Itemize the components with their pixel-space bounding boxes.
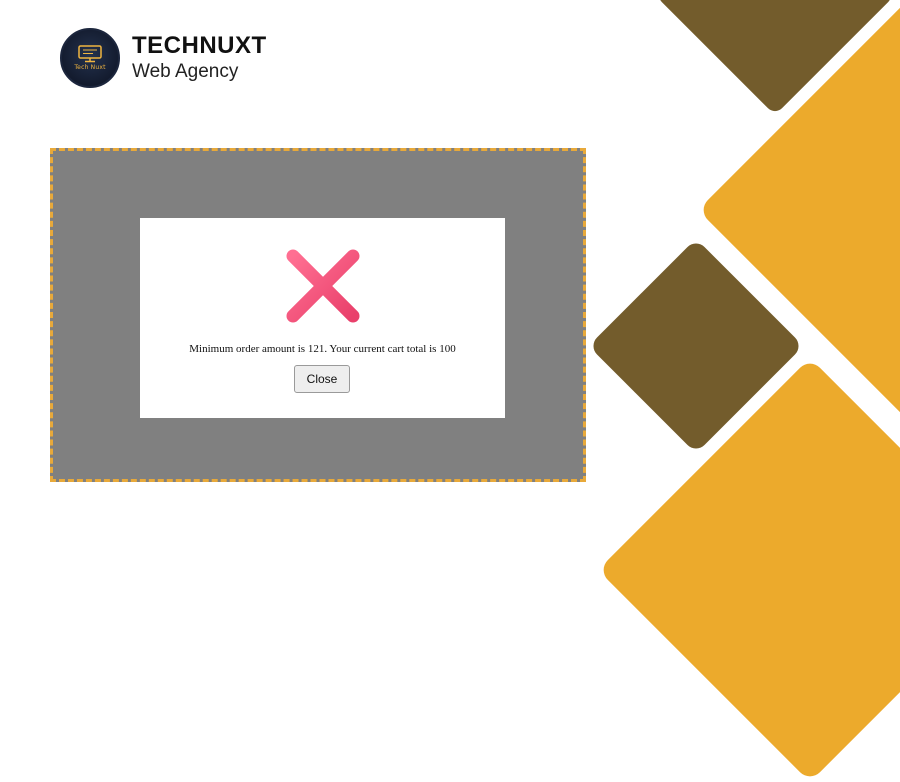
- brand-header: Tech Nuxt TECHNUXT Web Agency: [60, 28, 267, 88]
- error-dialog: Minimum order amount is 121. Your curren…: [140, 218, 505, 418]
- brand-logo: Tech Nuxt: [60, 28, 120, 88]
- dialog-message: Minimum order amount is 121. Your curren…: [189, 343, 456, 355]
- monitor-icon: [78, 45, 102, 63]
- logo-mini-text: Tech Nuxt: [74, 64, 106, 71]
- close-button[interactable]: Close: [294, 365, 350, 393]
- brand-name: TECHNUXT: [132, 32, 267, 59]
- brand-subtitle: Web Agency: [132, 61, 239, 82]
- close-x-icon: [286, 249, 360, 323]
- brand-text: TECHNUXT Web Agency: [132, 32, 267, 84]
- decorative-gold-diamond-bottom: [597, 357, 900, 782]
